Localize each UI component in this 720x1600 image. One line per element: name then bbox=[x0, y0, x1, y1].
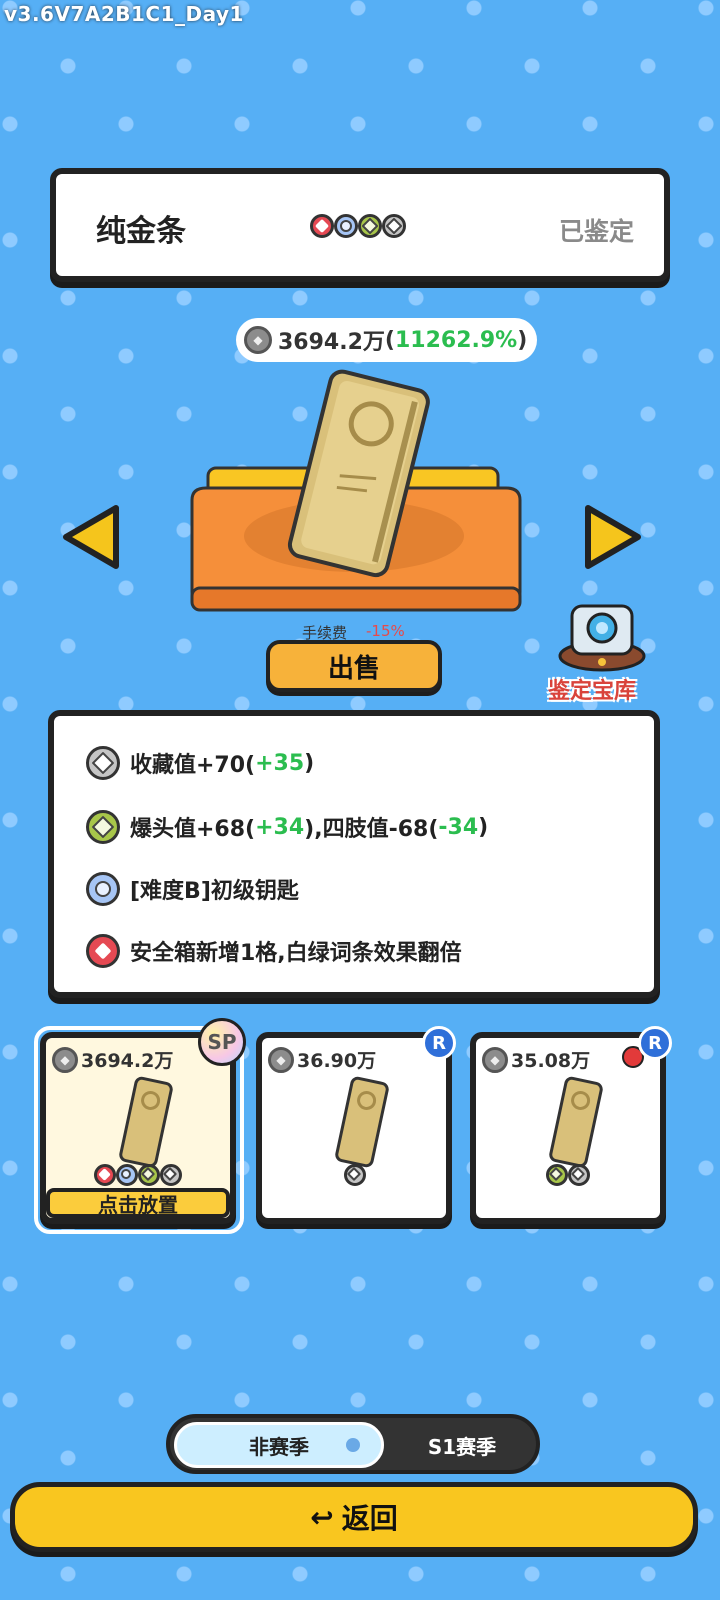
fee-percentage: -15% bbox=[366, 622, 405, 640]
green-affix-icon bbox=[546, 1164, 568, 1186]
coin-icon: ◆ bbox=[244, 326, 272, 354]
red-affix-icon bbox=[310, 214, 334, 238]
slot-affix-badges bbox=[344, 1164, 366, 1186]
rarity-badge-r: R bbox=[638, 1026, 672, 1060]
item-price-pill: ◆ 3694.2万 ( 11262.9% ) bbox=[236, 318, 538, 362]
tab-s1-season[interactable]: S1赛季 bbox=[392, 1422, 532, 1468]
slot-price: 36.90万 bbox=[297, 1050, 377, 1072]
slot-price: 3694.2万 bbox=[81, 1050, 174, 1072]
gray-affix-icon bbox=[568, 1164, 590, 1186]
blue-affix-icon bbox=[116, 1164, 138, 1186]
blue-affix-icon bbox=[86, 872, 120, 906]
red-affix-icon bbox=[86, 934, 120, 968]
attribute-row: 安全箱新增1格,白绿词条效果翻倍 bbox=[86, 934, 462, 968]
attribute-row: [难度B]初级钥匙 bbox=[86, 872, 299, 906]
gold-bar-display bbox=[190, 369, 522, 612]
blue-affix-icon bbox=[334, 214, 358, 238]
coin-icon: ◆ bbox=[482, 1046, 508, 1073]
price-change: 11262.9% bbox=[394, 327, 518, 353]
return-arrow-icon: ↩ bbox=[310, 1500, 334, 1534]
gray-affix-icon bbox=[382, 214, 406, 238]
previous-item-arrow-icon[interactable] bbox=[60, 502, 124, 572]
back-button[interactable]: ↩ 返回 bbox=[10, 1482, 698, 1552]
season-toggle[interactable]: 非赛季 S1赛季 bbox=[166, 1414, 540, 1474]
rarity-badge-r: R bbox=[422, 1026, 456, 1060]
coin-icon: ◆ bbox=[268, 1046, 294, 1073]
gray-affix-icon bbox=[86, 746, 120, 780]
rarity-badge-sp: SP bbox=[198, 1018, 246, 1066]
green-affix-icon bbox=[138, 1164, 160, 1186]
place-button[interactable]: 点击放置 bbox=[46, 1188, 230, 1218]
gray-affix-icon bbox=[344, 1164, 366, 1186]
sell-button[interactable]: 出售 bbox=[266, 640, 442, 692]
green-affix-icon bbox=[358, 214, 382, 238]
gray-affix-icon bbox=[160, 1164, 182, 1186]
slot-affix-badges bbox=[94, 1164, 182, 1186]
vault-label: 鉴定宝库 bbox=[548, 679, 637, 704]
version-label: v3.6V7A2B1C1_Day1 bbox=[4, 2, 244, 26]
attribute-row: 爆头值+68(+34),四肢值-68(-34) bbox=[86, 810, 488, 844]
coin-icon: ◆ bbox=[52, 1046, 78, 1073]
item-name: 纯金条 bbox=[96, 214, 186, 249]
slot-price: 35.08万 bbox=[511, 1050, 591, 1072]
gold-bar-icon bbox=[335, 1076, 389, 1168]
identification-status: 已鉴定 bbox=[558, 217, 634, 246]
green-affix-icon bbox=[86, 810, 120, 844]
slot-affix-badges bbox=[546, 1164, 590, 1186]
gold-bar-icon bbox=[119, 1076, 173, 1168]
attributes-card: 收藏值+70(+35) 爆头值+68(+34),四肢值-68(-34) [难度B… bbox=[48, 710, 660, 998]
toggle-knob-icon bbox=[346, 1438, 360, 1452]
gold-bar-icon bbox=[549, 1076, 603, 1168]
back-label: 返回 bbox=[341, 1502, 398, 1535]
affix-badges bbox=[310, 214, 406, 238]
attribute-row: 收藏值+70(+35) bbox=[86, 746, 314, 780]
item-title-card: 纯金条 已鉴定 bbox=[50, 168, 670, 282]
item-price: 3694.2万 bbox=[278, 330, 385, 355]
next-item-arrow-icon[interactable] bbox=[580, 502, 644, 572]
inventory-slot[interactable]: ◆ 36.90万 bbox=[256, 1032, 452, 1224]
red-affix-icon bbox=[94, 1164, 116, 1186]
